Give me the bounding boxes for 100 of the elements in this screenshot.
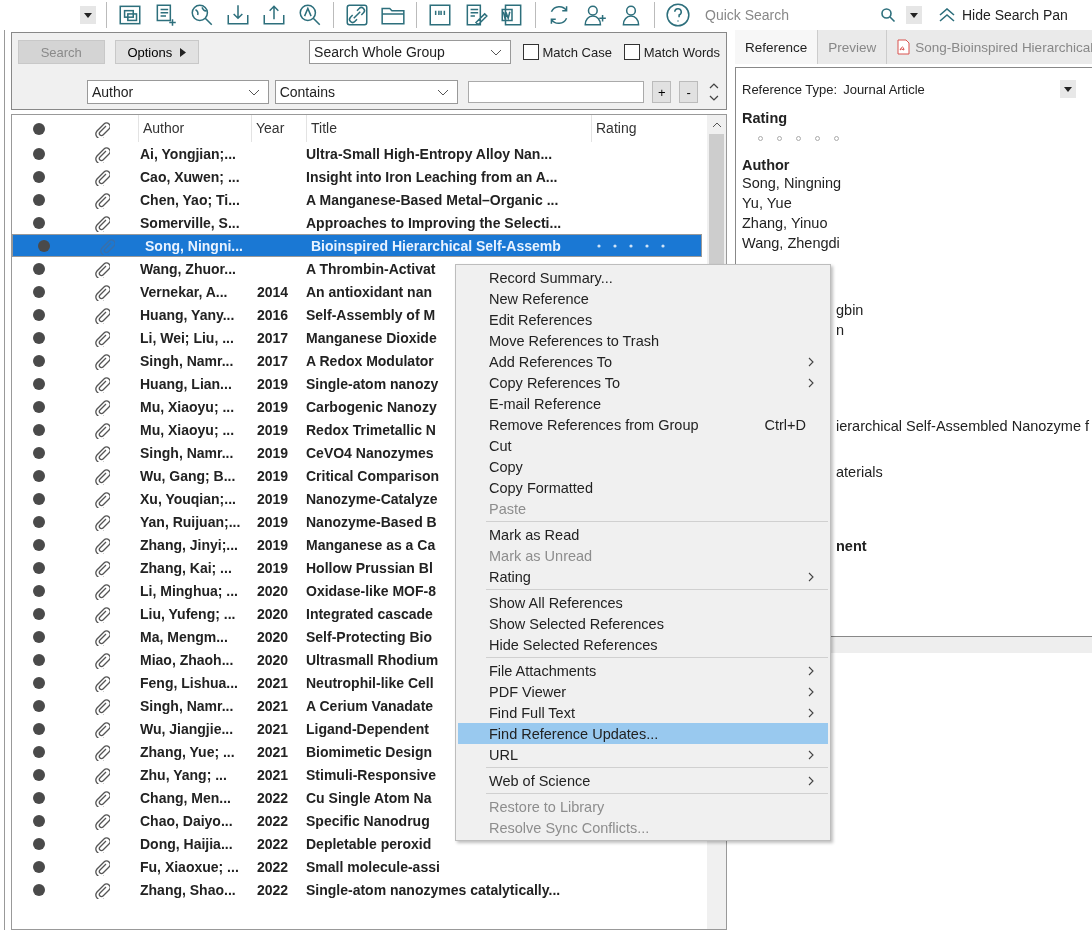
menu-item[interactable]: E-mail Reference [458, 393, 828, 414]
read-status-icon [33, 584, 45, 597]
paperclip-icon [94, 259, 110, 278]
read-status-icon [38, 239, 50, 252]
column-header[interactable]: Rating [591, 115, 706, 142]
menu-item[interactable]: PDF Viewer [458, 681, 828, 702]
title-cell: Nanozyme-Catalyze [306, 490, 438, 507]
title-cell: Cu Single Atom Na [306, 789, 432, 806]
title-cell: Depletable peroxid [306, 835, 432, 852]
menu-item[interactable]: Cut [458, 435, 828, 456]
options-button[interactable]: Options [114, 40, 200, 64]
chevron-right-icon [808, 377, 814, 388]
title-cell: Nanozyme-Based B [306, 513, 437, 530]
author-cell: Zhang, Kai; ... [140, 559, 232, 576]
reference-row[interactable]: Chen, Yao; Ti... A Manganese-Based Metal–Organic ... [12, 188, 702, 211]
title-cell: Manganese as a Ca [306, 536, 436, 553]
operator-dropdown[interactable]: Contains [274, 80, 459, 104]
reference-row[interactable]: Somerville, S... Approaches to Improving the Selecti... [12, 211, 702, 234]
author-cell: Xu, Youqian;... [140, 490, 236, 507]
author-cell: Singh, Namr... [140, 697, 234, 714]
title-cell: Ultra-Small High-Entropy Alloy Nan... [306, 145, 553, 162]
search-icon[interactable] [880, 7, 896, 23]
menu-item[interactable]: Edit References [458, 309, 828, 330]
year-cell: 2014 [257, 283, 289, 300]
menu-item[interactable]: Rating [458, 566, 828, 587]
menu-item[interactable]: Hide Selected References [458, 634, 828, 655]
reference-row[interactable]: Song, Ningni... Bioinspired Hierarchical Self-Assemb [12, 234, 702, 257]
author-cell: Chen, Yao; Ti... [140, 191, 240, 208]
menu-item[interactable]: Find Reference Updates... [458, 723, 828, 744]
up-down-arrows-icon[interactable] [708, 81, 720, 103]
hide-search-panel-button[interactable]: Hide Search Pan [962, 7, 1068, 23]
menu-item[interactable]: Find Full Text [458, 702, 828, 723]
remove-row-button[interactable]: - [679, 81, 699, 103]
dropdown-caret-icon[interactable] [906, 6, 922, 24]
column-header[interactable]: Year [251, 115, 306, 142]
author-cell: Song, Ningni... [145, 237, 243, 254]
menu-item[interactable]: Copy Formatted [458, 477, 828, 498]
paperclip-icon [94, 857, 110, 876]
shortcut-label: Ctrl+D [764, 416, 806, 433]
title-cell: Ligand-Dependent [306, 720, 429, 737]
menu-item[interactable]: Copy [458, 456, 828, 477]
paperclip-icon [94, 420, 110, 439]
menu-item[interactable]: File Attachments [458, 660, 828, 681]
chevron-up-icon[interactable] [711, 121, 722, 128]
menu-item[interactable]: Show All References [458, 592, 828, 613]
search-scope-dropdown[interactable]: Search Whole Group [309, 40, 511, 64]
rating-dots-icon[interactable] [597, 243, 667, 248]
read-status-icon [33, 423, 45, 436]
paperclip-icon [94, 558, 110, 577]
field-dropdown[interactable]: Author [87, 80, 269, 104]
paperclip-icon [94, 397, 110, 416]
read-status-icon [33, 745, 45, 758]
chevron-right-icon [808, 571, 814, 582]
add-row-button[interactable]: + [652, 81, 672, 103]
menu-item[interactable]: Add References To [458, 351, 828, 372]
paperclip-icon [94, 443, 110, 462]
title-cell: Redox Trimetallic N [306, 421, 436, 438]
reference-row[interactable]: Zhang, Shao... 2022 Single-atom nanozymes catalytically... [12, 878, 702, 901]
chevron-down-icon [437, 88, 450, 96]
paperclip-icon [94, 512, 110, 531]
paperclip-icon [94, 765, 110, 784]
field-heading: nent [836, 538, 867, 554]
dropdown-caret-icon[interactable] [80, 6, 96, 24]
globe-search-icon[interactable] [189, 2, 215, 28]
menu-item[interactable]: Copy References To [458, 372, 828, 393]
read-status-icon [33, 469, 45, 482]
menu-item[interactable]: Show Selected References [458, 613, 828, 634]
search-term-field[interactable] [468, 81, 645, 103]
title-cell: A Redox Modulator [306, 352, 434, 369]
title-cell: Specific Nanodrug [306, 812, 430, 829]
link-icon[interactable] [344, 2, 370, 28]
author-cell: Dong, Haijia... [140, 835, 233, 852]
year-cell: 2017 [257, 329, 289, 346]
column-header[interactable]: Author [138, 115, 251, 142]
match-case-checkbox[interactable] [522, 44, 539, 60]
menu-item[interactable]: Web of Science [458, 770, 828, 791]
dropdown-caret-icon[interactable] [1060, 80, 1077, 98]
read-status-icon [33, 561, 45, 574]
match-words-checkbox[interactable] [623, 44, 640, 60]
read-status-icon [33, 630, 45, 643]
help-icon[interactable] [665, 2, 691, 28]
field-heading: Author [742, 157, 791, 173]
reference-row[interactable]: Ai, Yongjian;... Ultra-Small High-Entropy Alloy Nan... [12, 142, 702, 165]
author-name: Zhang, Yinuo [742, 214, 829, 233]
chevron-down-icon [247, 88, 260, 96]
title-cell: Single-atom nanozy [306, 375, 439, 392]
double-chevron-up-icon[interactable] [938, 8, 956, 22]
menu-item[interactable]: New Reference [458, 288, 828, 309]
title-cell: An antioxidant nan [306, 283, 432, 300]
menu-item[interactable]: Record Summary... [458, 267, 828, 288]
menu-item[interactable]: Remove References from Group Ctrl+D [458, 414, 828, 435]
panel-tab[interactable]: Reference [735, 30, 819, 64]
column-header[interactable]: Title [306, 115, 591, 142]
menu-item[interactable]: URL [458, 744, 828, 765]
author-cell: Singh, Namr... [140, 352, 234, 369]
reference-row[interactable]: Cao, Xuwen; ... Insight into Iron Leaching from an A... [12, 165, 702, 188]
author-name: Wang, Zhengdi [742, 234, 841, 253]
menu-item[interactable]: Move References to Trash [458, 330, 828, 351]
reference-row[interactable]: Fu, Xiaoxue; ... 2022 Small molecule-assi [12, 855, 702, 878]
menu-item[interactable]: Mark as Read [458, 524, 828, 545]
